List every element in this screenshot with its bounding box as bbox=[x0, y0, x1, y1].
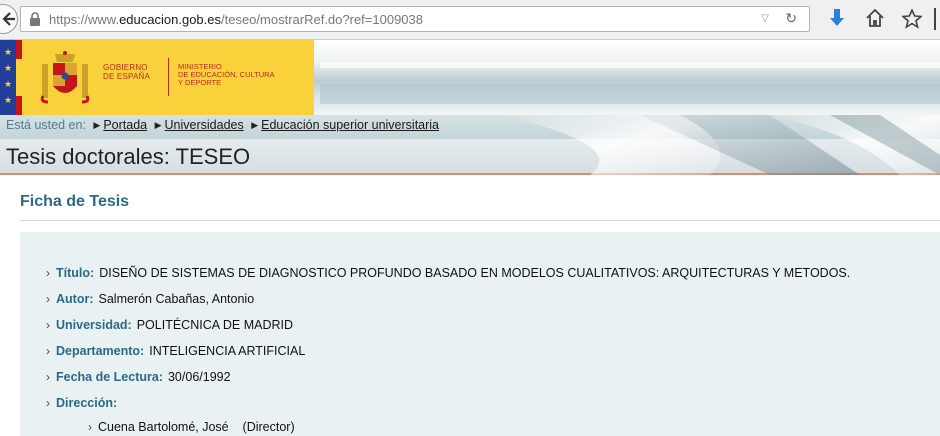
triangle-right-icon: ▶ bbox=[154, 120, 162, 130]
director-item: › Cuena Bartolomé, José (Director) bbox=[88, 420, 295, 434]
section-divider bbox=[20, 220, 940, 221]
field-fecha-lectura: › Fecha de Lectura: 30/06/1992 bbox=[46, 370, 231, 384]
breadcrumb-link-portada[interactable]: Portada bbox=[103, 118, 147, 132]
field-value: 30/06/1992 bbox=[167, 370, 231, 384]
ministry-text: MINISTERIO DE EDUCACIÓN, CULTURA Y DEPOR… bbox=[178, 62, 275, 87]
site-banner: ★ ★ ★ ★ GOBIERNO DE ESPAÑA MINISTERIO DE bbox=[0, 40, 940, 115]
field-value: POLITÉCNICA DE MADRID bbox=[136, 318, 293, 332]
url-text: https://www.educacion.gob.es/teseo/mostr… bbox=[49, 12, 423, 27]
breadcrumb: Está usted en: ▶ Portada ▶ Universidades ▶… bbox=[6, 118, 439, 132]
lock-icon bbox=[30, 12, 40, 26]
breadcrumb-prefix: Está usted en: bbox=[6, 118, 86, 132]
logo-divider bbox=[168, 58, 169, 96]
coat-of-arms-icon bbox=[40, 51, 90, 104]
field-label: Departamento: bbox=[56, 344, 145, 358]
field-departamento: › Departamento: INTELIGENCIA ARTIFICIAL bbox=[46, 344, 305, 358]
chevron-right-icon: › bbox=[46, 266, 50, 280]
field-label: Fecha de Lectura: bbox=[56, 370, 163, 384]
triangle-right-icon: ▶ bbox=[93, 120, 101, 130]
chevron-right-icon: › bbox=[46, 396, 50, 410]
eu-flag: ★ ★ ★ ★ bbox=[0, 40, 16, 115]
director-role: (Director) bbox=[242, 420, 295, 434]
menu-edge bbox=[934, 8, 936, 30]
reload-icon[interactable]: ↻ bbox=[785, 10, 797, 27]
address-bar[interactable]: https://www.educacion.gob.es/teseo/mostr… bbox=[20, 6, 810, 32]
chevron-right-icon: › bbox=[46, 370, 50, 384]
banner-stripe bbox=[320, 62, 940, 68]
page-title: Tesis doctorales: TESEO bbox=[6, 144, 251, 169]
home-icon[interactable] bbox=[866, 9, 884, 27]
dropdown-arrow-icon[interactable]: ▽ bbox=[761, 13, 769, 24]
chevron-right-icon: › bbox=[46, 292, 50, 306]
gobierno-de-espana-text: GOBIERNO DE ESPAÑA bbox=[103, 63, 150, 81]
government-logo-block[interactable]: ★ ★ ★ ★ GOBIERNO DE ESPAÑA MINISTERIO DE bbox=[0, 40, 314, 115]
field-autor: › Autor: Salmerón Cabañas, Antonio bbox=[46, 292, 254, 306]
director-name: Cuena Bartolomé, José bbox=[98, 420, 229, 434]
back-arrow-icon bbox=[2, 12, 15, 26]
field-value: Salmerón Cabañas, Antonio bbox=[98, 292, 255, 306]
breadcrumb-link-universidades[interactable]: Universidades bbox=[165, 118, 244, 132]
chevron-right-icon: › bbox=[88, 420, 92, 434]
field-value: DISEÑO DE SISTEMAS DE DIAGNOSTICO PROFUN… bbox=[99, 266, 851, 280]
download-icon[interactable] bbox=[830, 9, 844, 29]
banner-stripe bbox=[320, 84, 940, 104]
section-title: Ficha de Tesis bbox=[20, 193, 130, 210]
chevron-right-icon: › bbox=[46, 344, 50, 358]
chevron-right-icon: › bbox=[46, 318, 50, 332]
field-value: INTELIGENCIA ARTIFICIAL bbox=[149, 344, 306, 358]
field-label: Título: bbox=[56, 266, 95, 280]
triangle-right-icon: ▶ bbox=[251, 120, 259, 130]
thesis-details-panel bbox=[20, 232, 940, 436]
field-label: Universidad: bbox=[56, 318, 132, 332]
field-label: Autor: bbox=[56, 292, 94, 306]
field-titulo: › Título: DISEÑO DE SISTEMAS DE DIAGNOSTIC… bbox=[46, 266, 850, 280]
browser-toolbar: https://www.educacion.gob.es/teseo/mostr… bbox=[0, 0, 940, 40]
field-universidad: › Universidad: POLITÉCNICA DE MADRID bbox=[46, 318, 293, 332]
bookmark-star-icon[interactable] bbox=[902, 9, 922, 29]
field-direccion: › Dirección: bbox=[46, 396, 122, 410]
decorative-header-graphic bbox=[500, 115, 940, 175]
back-button[interactable] bbox=[0, 4, 18, 34]
breadcrumb-link-educacion-superior[interactable]: Educación superior universitaria bbox=[261, 118, 439, 132]
spain-flag bbox=[16, 40, 22, 115]
field-label: Dirección: bbox=[56, 396, 118, 410]
